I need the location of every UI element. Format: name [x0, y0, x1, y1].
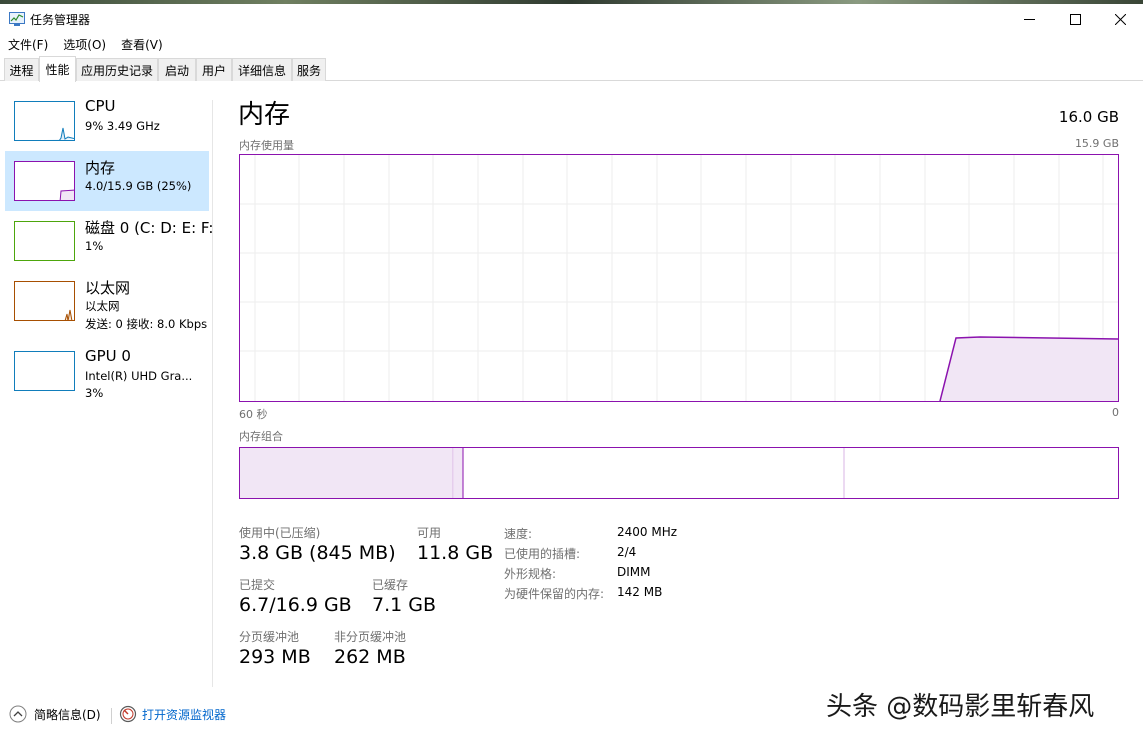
cpu-thumbnail-graph [14, 101, 75, 141]
memory-composition-graph [239, 447, 1119, 499]
form-factor-label: 外形规格: [504, 567, 557, 581]
menu-file[interactable]: 文件(F) [0, 34, 55, 54]
committed-value: 6.7/16.9 GB [239, 594, 352, 616]
page-title: 内存 [238, 100, 291, 130]
time-axis-end: 0 [1112, 406, 1119, 419]
cached-label: 已缓存 [372, 578, 409, 592]
memory-usage-text: 4.0/15.9 GB (25%) [85, 179, 192, 193]
speed-label: 速度: [504, 527, 533, 541]
title-bar[interactable]: 任务管理器 [0, 4, 1143, 34]
speed-value: 2400 MHz [617, 525, 678, 539]
total-memory: 16.0 GB [1058, 108, 1119, 126]
sidebar-divider [212, 100, 213, 687]
ethernet-adapter-name: 以太网 [85, 299, 120, 313]
menu-view[interactable]: 查看(V) [113, 34, 170, 54]
form-factor-value: DIMM [617, 565, 651, 579]
disk-thumbnail-graph [14, 221, 75, 261]
menu-options[interactable]: 选项(O) [55, 34, 113, 54]
maximize-icon [1069, 13, 1081, 25]
footer-separator [111, 708, 112, 724]
slots-label: 已使用的插槽: [504, 547, 581, 561]
maximize-button[interactable] [1052, 4, 1098, 34]
fewer-details-button[interactable]: 简略信息(D) [9, 705, 101, 723]
ethernet-thumbnail-graph [14, 281, 75, 321]
window-title: 任务管理器 [30, 13, 91, 27]
paged-pool-value: 293 MB [239, 646, 311, 668]
sidebar-item-memory[interactable]: 内存 4.0/15.9 GB (25%) [5, 151, 209, 211]
nonpaged-pool-value: 262 MB [334, 646, 406, 668]
resource-sidebar: CPU 9% 3.49 GHz 内存 4.0/15.9 GB (25%) 磁盘 … [0, 81, 213, 687]
gpu-usage-text: 3% [85, 386, 104, 400]
tab-app-history[interactable]: 应用历史记录 [76, 58, 158, 81]
tab-startup[interactable]: 启动 [158, 58, 196, 81]
minimize-button[interactable] [1006, 4, 1052, 34]
gpu-title: GPU 0 [85, 347, 131, 365]
close-icon [1114, 13, 1126, 25]
nonpaged-pool-label: 非分页缓冲池 [334, 630, 407, 644]
open-resource-monitor-link[interactable]: 打开资源监视器 [119, 705, 226, 723]
memory-usage-graph [239, 154, 1119, 402]
cpu-title: CPU [85, 97, 116, 115]
memory-usage-max: 15.9 GB [1074, 137, 1119, 150]
chevron-up-circle-icon [9, 705, 27, 723]
memory-thumbnail-graph [14, 161, 75, 201]
gpu-thumbnail-graph [14, 351, 75, 391]
committed-label: 已提交 [239, 578, 276, 592]
cpu-usage-text: 9% 3.49 GHz [85, 119, 160, 133]
disk-title: 磁盘 0 (C: D: E: F: [85, 219, 213, 237]
memory-usage-label: 内存使用量 [239, 139, 294, 152]
paged-pool-label: 分页缓冲池 [239, 630, 300, 644]
tab-processes[interactable]: 进程 [4, 58, 39, 81]
close-button[interactable] [1097, 4, 1143, 34]
hardware-reserved-value: 142 MB [617, 585, 663, 599]
resource-monitor-icon [119, 705, 137, 723]
minimize-icon [1023, 18, 1035, 20]
tab-services[interactable]: 服务 [292, 58, 326, 81]
time-axis-start: 60 秒 [239, 408, 268, 421]
tab-details[interactable]: 详细信息 [232, 58, 292, 81]
ethernet-title: 以太网 [85, 279, 131, 297]
task-manager-app-icon [9, 12, 25, 26]
tab-bar: 进程 性能 应用历史记录 启动 用户 详细信息 服务 [0, 56, 1143, 82]
sidebar-item-cpu[interactable]: CPU 9% 3.49 GHz [5, 91, 209, 151]
memory-composition-label: 内存组合 [239, 430, 283, 443]
disk-usage-text: 1% [85, 239, 104, 253]
cached-value: 7.1 GB [372, 594, 437, 616]
sidebar-item-gpu[interactable]: GPU 0 Intel(R) UHD Gra... 3% [5, 341, 209, 401]
tab-performance[interactable]: 性能 [39, 56, 76, 82]
fewer-details-label: 简略信息(D) [34, 707, 101, 722]
menu-bar: 文件(F) 选项(O) 查看(V) [0, 34, 170, 54]
gpu-model-text: Intel(R) UHD Gra... [85, 369, 193, 383]
memory-title: 内存 [85, 159, 116, 177]
available-label: 可用 [417, 526, 442, 540]
tab-users[interactable]: 用户 [196, 58, 232, 81]
in-use-value: 3.8 GB (845 MB) [239, 542, 396, 564]
sidebar-item-ethernet[interactable]: 以太网 以太网 发送: 0 接收: 8.0 Kbps [5, 271, 209, 331]
in-use-label: 使用中(已压缩) [239, 526, 321, 540]
sidebar-item-disk[interactable]: 磁盘 0 (C: D: E: F: 1% [5, 211, 213, 271]
available-value: 11.8 GB [417, 542, 494, 564]
open-resource-monitor-label: 打开资源监视器 [142, 707, 227, 722]
ethernet-throughput-text: 发送: 0 接收: 8.0 Kbps [85, 317, 208, 331]
hardware-reserved-label: 为硬件保留的内存: [504, 587, 605, 601]
watermark-text: 头条 @数码影里斩春风 [826, 692, 1095, 722]
slots-value: 2/4 [617, 545, 637, 559]
